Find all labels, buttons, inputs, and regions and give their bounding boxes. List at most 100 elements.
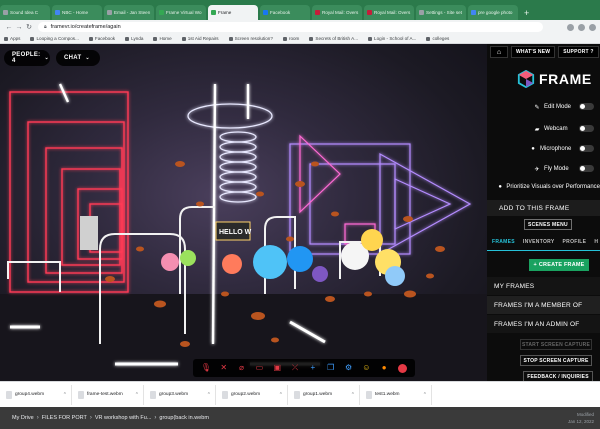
camera-off-icon[interactable]: ✕ bbox=[218, 363, 229, 374]
bookmark-item[interactable]: Screen resolution? bbox=[228, 36, 273, 41]
record-dot bbox=[397, 363, 407, 373]
bookmark-item[interactable]: Facebook bbox=[88, 36, 115, 41]
breadcrumb-item[interactable]: My Drive bbox=[12, 415, 34, 421]
chevron-up-icon[interactable]: ⌃ bbox=[207, 392, 211, 398]
create-frame-button[interactable]: + CREATE FRAME bbox=[529, 259, 589, 271]
support-button[interactable]: SUPPORT ? bbox=[558, 46, 599, 58]
video-off-icon[interactable]: ⌀ bbox=[236, 363, 247, 374]
record-icon[interactable] bbox=[397, 363, 408, 374]
download-item[interactable]: group3.webm ⌃ bbox=[146, 384, 216, 405]
browser-tab[interactable]: NBC - Home bbox=[52, 5, 102, 20]
add-to-this-frame-button[interactable]: ADD TO THIS FRAME bbox=[487, 200, 600, 216]
bookmark-item[interactable]: colleges bbox=[426, 36, 449, 41]
chevron-down-icon: ⌄ bbox=[44, 55, 49, 61]
chevron-up-icon[interactable]: ⌃ bbox=[279, 392, 283, 398]
menu-icon[interactable] bbox=[589, 23, 596, 31]
bookmark-item[interactable]: Looping a Compos... bbox=[30, 36, 79, 41]
new-tab-icon[interactable]: + bbox=[520, 8, 533, 20]
toggle-switch[interactable] bbox=[579, 103, 594, 110]
extension-icon[interactable] bbox=[567, 23, 574, 31]
chat-button[interactable]: CHAT ⌄ bbox=[56, 50, 100, 66]
my-frames-item[interactable]: MY FRAMES bbox=[487, 277, 600, 295]
downloads-bar: group4.webm ⌃ frame-test.webm ⌃ group3.web… bbox=[0, 381, 600, 407]
browser-tab[interactable]: Royal Mail: Overs bbox=[364, 5, 414, 20]
google-icon bbox=[471, 10, 476, 15]
download-item[interactable]: test1.webm ⌃ bbox=[362, 384, 432, 405]
breadcrumb-item[interactable]: FILES FOR PORT bbox=[42, 415, 87, 421]
download-item[interactable]: group2.webm ⌃ bbox=[218, 384, 288, 405]
download-item[interactable]: group4.webm ⌃ bbox=[2, 384, 72, 405]
toggle-switch[interactable] bbox=[579, 145, 594, 152]
chevron-up-icon[interactable]: ⌃ bbox=[351, 392, 355, 398]
forward-icon[interactable]: → bbox=[14, 24, 24, 31]
toggle-microphone[interactable]: ● Microphone bbox=[487, 144, 600, 154]
back-icon[interactable]: ← bbox=[4, 24, 14, 31]
bookmark-item[interactable]: room bbox=[282, 36, 299, 41]
3d-scene-viewport[interactable]: HELLO W PEOPLE: 4 ⌄ CHAT ⌄ 🎙 ✕ ⌀ ▭ ▣ ⤫ +… bbox=[0, 44, 487, 381]
pointer-off-icon[interactable]: ⤫ bbox=[290, 363, 301, 374]
browser-tab[interactable]: Frame Virtual Wo bbox=[156, 5, 206, 20]
toggle-switch[interactable] bbox=[579, 125, 594, 132]
stop-screen-capture-button[interactable]: STOP SCREEN CAPTURE bbox=[520, 355, 592, 366]
bookmark-item[interactable]: Login - School of A... bbox=[368, 36, 416, 41]
browser-tab[interactable]: Email - Jan Steen bbox=[104, 5, 154, 20]
scenes-menu-button[interactable]: SCENES MENU bbox=[524, 219, 572, 230]
browser-tab[interactable]: pre google photo bbox=[468, 5, 518, 20]
browser-tab[interactable]: Facebook bbox=[260, 5, 310, 20]
file-icon bbox=[78, 390, 84, 399]
bookmark-item[interactable]: Lynda bbox=[125, 36, 143, 41]
url-input[interactable]: 🔒︎ framevr.io/createframe/again bbox=[38, 22, 543, 32]
toggle-prioritize-visuals[interactable]: ● Prioritize Visuals over Performance bbox=[487, 182, 600, 192]
admin-frames-item[interactable]: FRAMES I'M AN ADMIN OF bbox=[487, 315, 600, 333]
whats-new-button[interactable]: WHAT'S NEW bbox=[511, 46, 556, 58]
chevron-up-icon[interactable]: ⌃ bbox=[63, 392, 67, 398]
tab-inventory[interactable]: INVENTORY bbox=[523, 239, 555, 249]
download-item[interactable]: frame-test.webm ⌃ bbox=[74, 384, 144, 405]
reload-icon[interactable]: ↻ bbox=[24, 23, 34, 31]
member-frames-item[interactable]: FRAMES I'M A MEMBER OF bbox=[487, 296, 600, 314]
feedback-button[interactable]: FEEDBACK / INQUIRIES bbox=[523, 371, 593, 381]
start-screen-capture-button[interactable]: START SCREEN CAPTURE bbox=[520, 339, 592, 350]
screen-share-off-icon[interactable]: ▣ bbox=[272, 363, 283, 374]
bookmark-item[interactable]: Apps bbox=[4, 36, 20, 41]
screen-share-icon[interactable]: ▭ bbox=[254, 363, 265, 374]
toggle-edit-mode[interactable]: ✎ Edit Mode bbox=[487, 102, 600, 112]
emoji-icon[interactable]: ☺ bbox=[361, 363, 372, 374]
people-count-button[interactable]: PEOPLE: 4 ⌄ bbox=[4, 50, 50, 66]
download-item[interactable]: group1.webm ⌃ bbox=[290, 384, 360, 405]
breadcrumb-item[interactable]: VR workshop with Fu... bbox=[95, 415, 152, 421]
add-icon[interactable]: + bbox=[307, 363, 318, 374]
settings-icon[interactable]: ⚙ bbox=[343, 363, 354, 374]
chevron-up-icon[interactable]: ⌃ bbox=[423, 392, 427, 398]
bookmark-item[interactable]: Secrets of British A... bbox=[309, 36, 358, 41]
browser-tab-active[interactable]: Frame bbox=[208, 5, 258, 20]
tab-profile[interactable]: PROFILE bbox=[563, 239, 587, 249]
tab-h[interactable]: H bbox=[594, 239, 598, 249]
copy-icon[interactable]: ❐ bbox=[325, 363, 336, 374]
browser-tab[interactable]: Royal Mail: Overs bbox=[312, 5, 362, 20]
toggle-fly-mode[interactable]: ✈ Fly Mode bbox=[487, 164, 600, 174]
modified-date: Modified Jan 12, 2022 bbox=[567, 412, 594, 424]
microphone-off-icon[interactable]: 🎙 bbox=[200, 363, 211, 374]
frame-side-panel: ⌂ WHAT'S NEW SUPPORT ? FRAME ✎ Edit Mode… bbox=[487, 44, 600, 381]
browser-tab[interactable]: Settings - Site set bbox=[416, 5, 466, 20]
bookmark-icon bbox=[228, 36, 233, 41]
toggle-switch[interactable] bbox=[579, 165, 594, 172]
document-icon bbox=[3, 10, 8, 15]
ball-icon[interactable]: ● bbox=[379, 363, 390, 374]
tab-frames[interactable]: FRAMES bbox=[492, 239, 515, 249]
gear-icon bbox=[419, 10, 424, 15]
toggle-webcam[interactable]: ▰ Webcam bbox=[487, 124, 600, 134]
chevron-up-icon[interactable]: ⌃ bbox=[135, 392, 139, 398]
profile-icon[interactable] bbox=[578, 23, 585, 31]
file-icon bbox=[222, 390, 228, 399]
breadcrumb-item[interactable]: group(back in.webm bbox=[159, 415, 209, 421]
home-icon[interactable]: ⌂ bbox=[490, 46, 508, 58]
bookmark-item[interactable]: Home bbox=[153, 36, 172, 41]
royal-mail-icon bbox=[315, 10, 320, 15]
drive-breadcrumb-bar: My Drive › FILES FOR PORT › VR workshop … bbox=[0, 407, 600, 429]
apps-icon bbox=[4, 36, 8, 41]
bookmark-icon bbox=[30, 36, 35, 41]
bookmark-item[interactable]: 1st Aid Repairs bbox=[181, 36, 219, 41]
browser-tab[interactable]: Sound Idea C bbox=[0, 5, 50, 20]
